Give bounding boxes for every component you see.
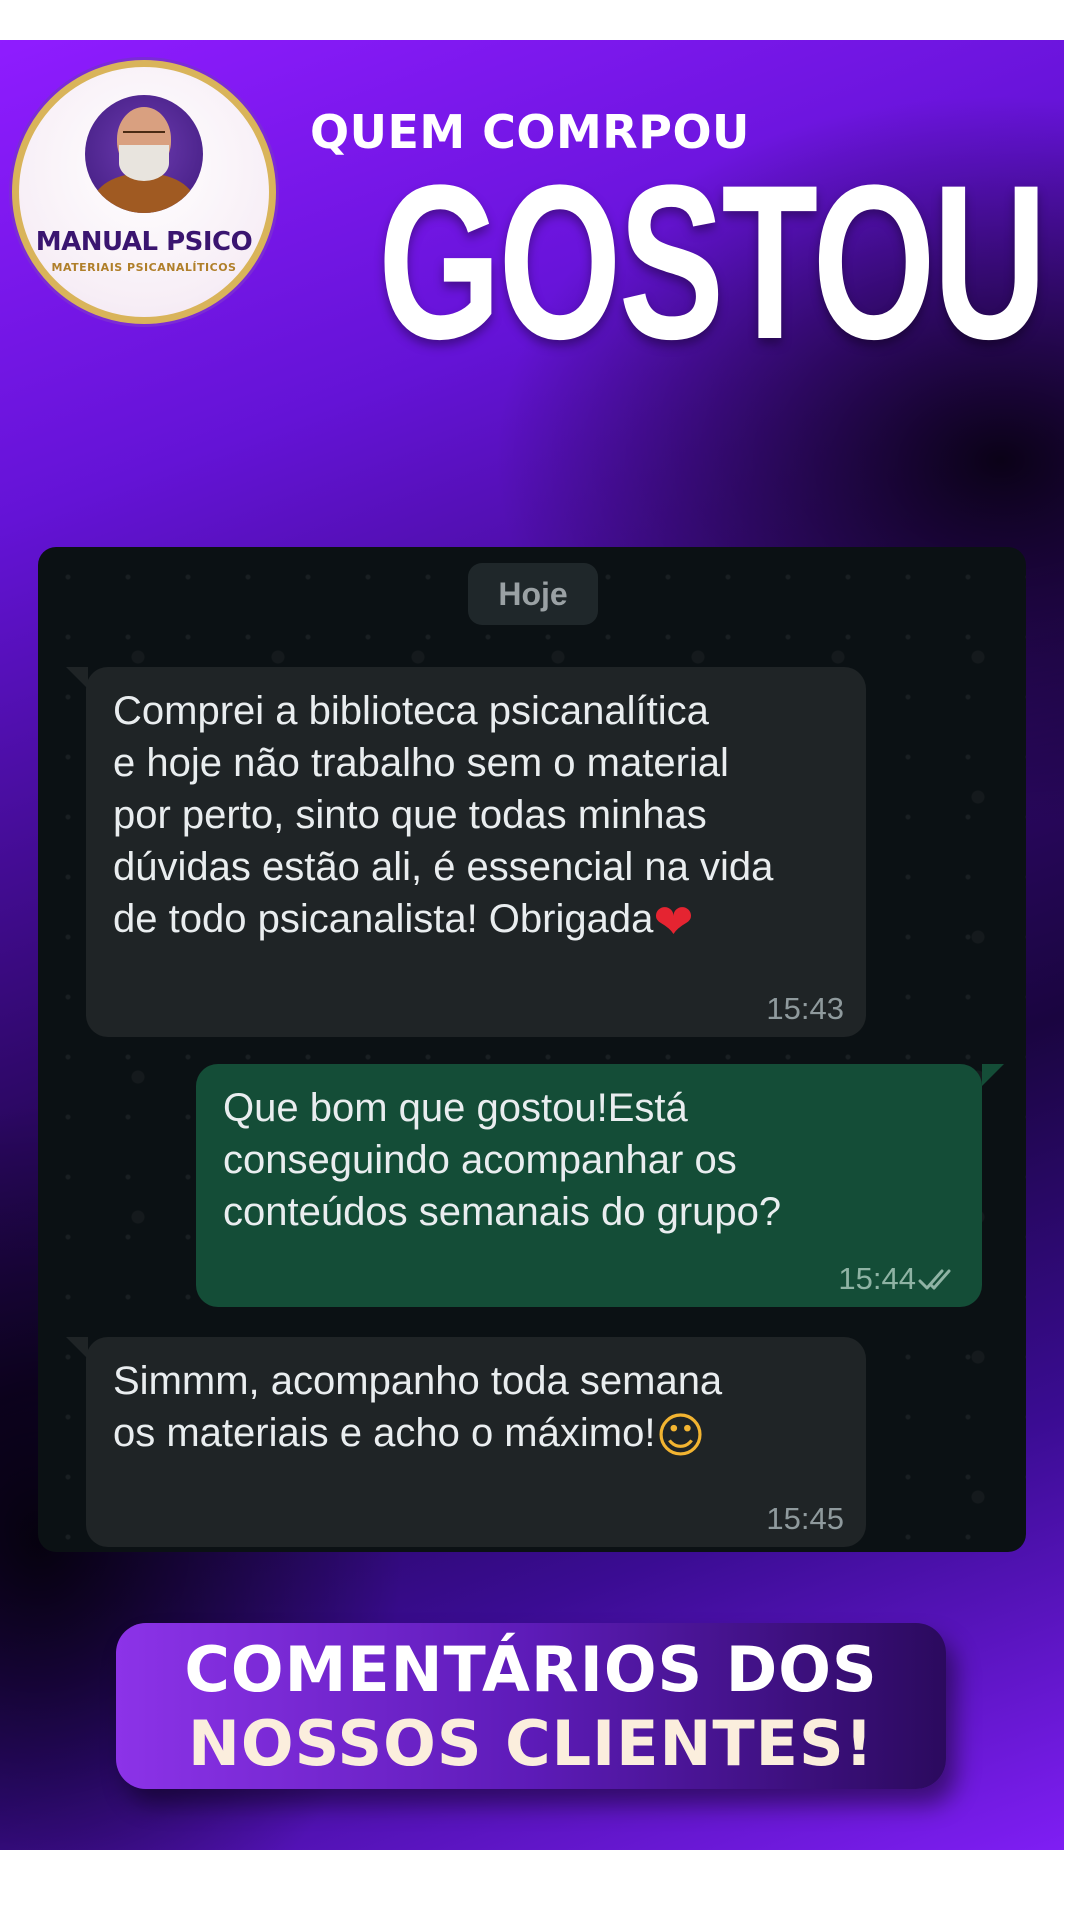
message-time: 15:43 — [766, 991, 844, 1026]
bubble-tail — [66, 667, 88, 689]
message-text: Que bom que gostou!Está conseguindo acom… — [223, 1086, 782, 1234]
cta-line-1: COMENTÁRIOS DOS — [184, 1633, 878, 1706]
cta-banner: COMENTÁRIOS DOS NOSSOS CLIENTES! — [116, 1623, 946, 1789]
message-bubble-incoming: Comprei a biblioteca psicanalítica e hoj… — [86, 667, 866, 1037]
bubble-tail — [982, 1064, 1004, 1086]
brand-logo: MANUAL PSICO MATERIAIS PSICANALÍTICOS — [12, 60, 276, 324]
date-chip: Hoje — [468, 563, 598, 625]
right-border — [1064, 40, 1080, 1850]
headline-main: GOSTOU — [378, 139, 1047, 385]
portrait-image — [85, 95, 203, 213]
double-check-icon — [918, 1269, 951, 1290]
message-text: Simmm, acompanho toda semana os materiai… — [113, 1359, 723, 1464]
message-time: 15:44 — [838, 1261, 916, 1296]
smiling-face-emoji-icon: ☺ — [655, 1408, 706, 1464]
logo-title: MANUAL PSICO — [35, 227, 253, 257]
promo-poster: MANUAL PSICO MATERIAIS PSICANALÍTICOS QU… — [0, 40, 1064, 1850]
cta-line-2: NOSSOS CLIENTES! — [188, 1707, 874, 1780]
chat-screenshot: Hoje Comprei a biblioteca psicanalítica … — [38, 547, 1026, 1552]
message-time: 15:45 — [766, 1501, 844, 1536]
message-bubble-outgoing: Que bom que gostou!Está conseguindo acom… — [196, 1064, 982, 1307]
message-bubble-incoming: Simmm, acompanho toda semana os materiai… — [86, 1337, 866, 1547]
logo-subtitle: MATERIAIS PSICANALÍTICOS — [51, 261, 237, 274]
message-text: Comprei a biblioteca psicanalítica e hoj… — [113, 689, 774, 950]
bubble-tail — [66, 1337, 88, 1359]
heart-emoji-icon: ❤ — [653, 894, 694, 950]
